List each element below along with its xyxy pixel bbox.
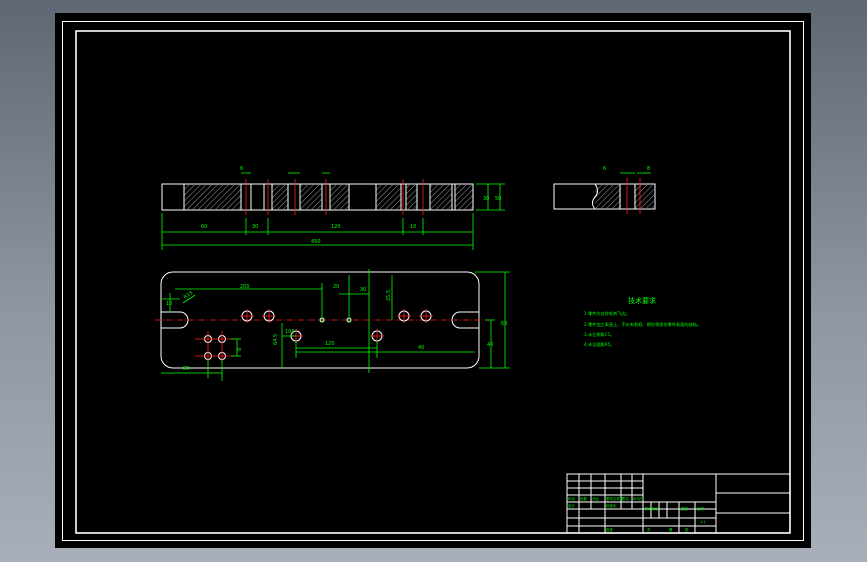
dim-30-v: 30 — [483, 196, 489, 202]
tb-sheet: 第 — [669, 527, 673, 532]
plan-dim-20: 20 — [333, 284, 339, 290]
dim-10: 10 — [410, 224, 416, 230]
plan-dim-60: 60 — [501, 321, 507, 327]
tb-design: 设计 — [568, 503, 576, 508]
drawing-canvas: 60 30 120 10 450 30 50 6 6 8 200 20 30 1… — [62, 21, 804, 541]
tb-scale-value: 1:1 — [700, 520, 706, 524]
plan-dim-8: 8 — [237, 348, 243, 351]
dim-60: 60 — [201, 224, 207, 230]
plan-dim-10: 10 — [166, 301, 172, 307]
tb-zone: 分区 — [592, 496, 600, 501]
tech-line-4: 4.未注圆角R5。 — [584, 341, 615, 348]
dim-50-v: 50 — [495, 196, 501, 202]
plan-dim-40: 40 — [418, 345, 424, 351]
dim-30: 30 — [252, 224, 258, 230]
side-section-view: 6 8 — [553, 166, 656, 214]
tb-stage: 阶段标记 — [645, 506, 659, 511]
tb-date: 年月日 — [633, 496, 644, 501]
dim-450: 450 — [311, 239, 321, 245]
outer-border — [62, 21, 804, 541]
tb-weight: 重量 — [681, 506, 689, 511]
inner-border — [75, 30, 791, 534]
side-dim-8: 8 — [647, 166, 650, 172]
plan-dim-25-5: 25.5 — [386, 290, 392, 301]
dim-6: 6 — [240, 166, 243, 172]
plan-dim-80: 80 — [183, 366, 189, 372]
plan-dim-40-v: 40 — [487, 342, 493, 348]
title-block: 标记 处数 分区 更改文件号 签名 年月日 设计 标准化 阶段标记 重量 比例 … — [566, 473, 791, 534]
tb-signature: 签名 — [622, 496, 629, 501]
plan-dim-30: 30 — [360, 287, 366, 293]
tb-total: 共 — [647, 527, 651, 532]
tech-line-1: 1.零件应去除毛刺飞边。 — [584, 310, 630, 317]
tb-standardize: 标准化 — [606, 503, 617, 508]
tech-heading: 技术要求 — [628, 296, 656, 305]
cad-drawing-viewport[interactable]: 60 30 120 10 450 30 50 6 6 8 200 20 30 1… — [55, 13, 811, 548]
plan-view: 200 20 30 120 40 64.5 60 40 10 100 25.5 … — [155, 269, 510, 381]
tech-line-3: 3.未注倒角C1。 — [584, 331, 615, 338]
tb-scale: 比例 — [697, 506, 705, 511]
tb-approve: 批准 — [606, 527, 614, 532]
tb-page: 张 — [685, 527, 689, 532]
dim-120: 120 — [331, 224, 341, 230]
plan-dim-64-5: 64.5 — [273, 334, 279, 345]
plan-dim-200: 200 — [240, 284, 250, 290]
tech-line-2: 2.零件加工表面上，不应有划痕、擦伤等损伤零件表面的缺陷。 — [584, 321, 701, 328]
tb-sign: 标记 — [568, 496, 576, 501]
side-dim-6: 6 — [603, 166, 606, 172]
plan-dim-100: 100 — [285, 329, 295, 335]
front-section-view: 60 30 120 10 450 30 50 6 — [161, 166, 505, 250]
tb-count: 处数 — [580, 496, 588, 501]
plan-dim-120: 120 — [325, 341, 335, 347]
tech-requirements: 技术要求 1.零件应去除毛刺飞边。 2.零件加工表面上，不应有划痕、擦伤等损伤零… — [584, 296, 701, 348]
